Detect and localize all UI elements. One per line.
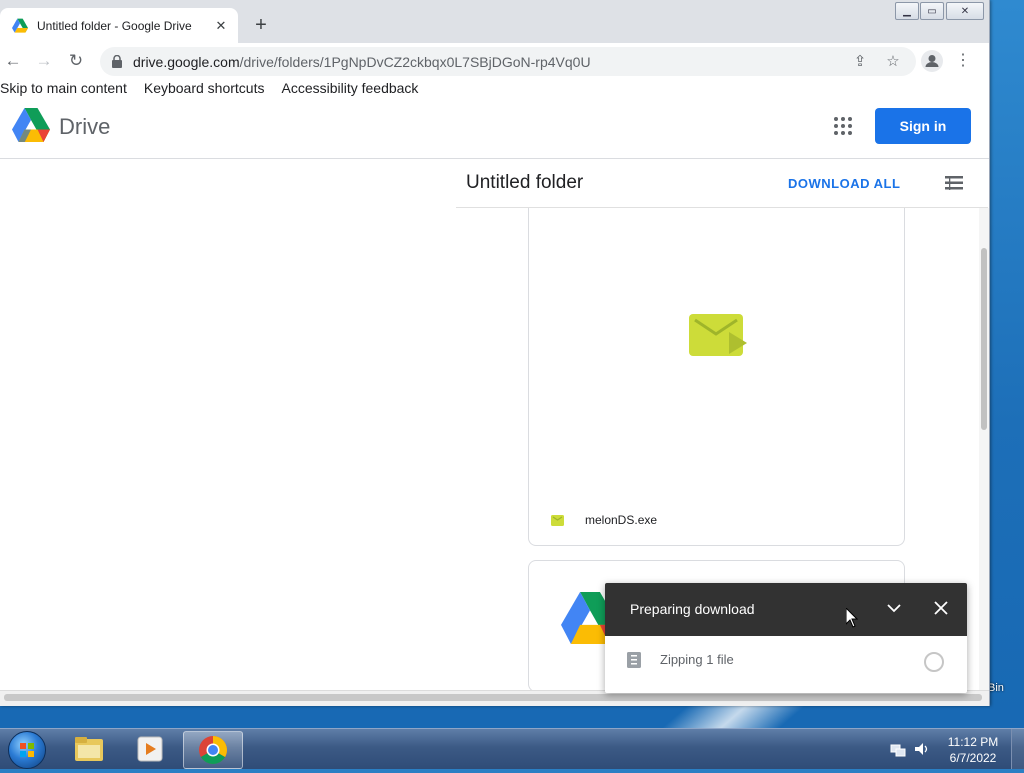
tab-close-icon[interactable]: ✕ — [213, 18, 229, 34]
browser-toolbar: ← → ↻ drive.google.com/drive/folders/1Pg… — [0, 43, 989, 81]
google-drive-favicon-icon — [12, 18, 28, 33]
zip-status-text: Zipping 1 file — [660, 652, 734, 667]
menu-dots-icon[interactable]: ⋮ — [955, 51, 971, 71]
executable-file-icon — [551, 515, 564, 526]
accessibility-feedback-link[interactable]: Accessibility feedback — [281, 80, 418, 98]
volume-icon[interactable] — [914, 741, 930, 757]
share-icon[interactable]: ⇪ — [851, 53, 869, 71]
download-all-button[interactable]: DOWNLOAD ALL — [788, 176, 900, 191]
url-host: drive.google.com — [133, 54, 240, 70]
skip-links: Skip to main content Keyboard shortcuts … — [0, 80, 435, 98]
keyboard-shortcuts-link[interactable]: Keyboard shortcuts — [144, 80, 265, 98]
taskbar-explorer-button[interactable] — [60, 731, 118, 767]
download-item-row: Zipping 1 file — [605, 636, 967, 686]
toast-title: Preparing download — [630, 601, 755, 617]
browser-tab[interactable]: Untitled folder - Google Drive ✕ — [0, 8, 238, 43]
sign-in-button[interactable]: Sign in — [875, 108, 971, 144]
bookmark-star-icon[interactable]: ☆ — [884, 53, 902, 71]
system-clock[interactable]: 11:12 PM 6/7/2022 — [945, 734, 1001, 766]
chrome-icon — [199, 736, 227, 764]
back-arrow-icon[interactable]: ← — [2, 50, 24, 72]
executable-file-thumbnail-icon — [689, 314, 747, 356]
forward-arrow-icon[interactable]: → — [33, 50, 55, 72]
folder-title: Untitled folder — [466, 172, 584, 193]
file-name[interactable]: melonDS.exe — [585, 513, 657, 527]
mouse-cursor-icon — [846, 608, 858, 628]
skip-to-main-link[interactable]: Skip to main content — [0, 80, 127, 98]
tab-strip: Untitled folder - Google Drive ✕ + ▁ ▭ ✕ — [0, 0, 989, 43]
new-tab-button[interactable]: + — [250, 14, 272, 36]
progress-spinner-icon — [924, 652, 944, 672]
start-button[interactable] — [8, 731, 46, 769]
tab-title: Untitled folder - Google Drive — [37, 18, 192, 33]
zip-file-icon — [627, 652, 641, 668]
clock-time: 11:12 PM — [947, 735, 999, 749]
address-bar[interactable]: drive.google.com/drive/folders/1PgNpDvCZ… — [100, 47, 916, 76]
vertical-scroll-thumb[interactable] — [981, 248, 987, 430]
profile-avatar-icon[interactable] — [921, 50, 943, 72]
windows-explorer-icon — [75, 737, 103, 761]
maximize-button[interactable]: ▭ — [920, 2, 944, 20]
url-text: drive.google.com/drive/folders/1PgNpDvCZ… — [133, 54, 591, 70]
google-drive-logo-icon[interactable] — [12, 108, 50, 142]
windows-logo-icon — [20, 743, 34, 757]
minimize-button[interactable]: ▁ — [895, 2, 919, 20]
window-close-button[interactable]: ✕ — [946, 2, 984, 20]
file-card[interactable]: melonDS.exe — [528, 208, 905, 546]
toast-header: Preparing download — [605, 583, 967, 636]
lock-icon — [112, 55, 122, 68]
clock-date: 6/7/2022 — [949, 751, 997, 765]
chevron-down-icon[interactable] — [885, 599, 903, 617]
network-icon[interactable] — [890, 741, 906, 757]
taskbar: 11:12 PM 6/7/2022 — [0, 728, 1024, 769]
horizontal-scroll-thumb[interactable] — [4, 694, 982, 701]
download-toast: Preparing download Zipping 1 file — [605, 583, 967, 693]
taskbar-chrome-button[interactable] — [183, 731, 243, 769]
show-desktop-button[interactable] — [1011, 729, 1024, 769]
url-path: /drive/folders/1PgNpDvCZ2ckbqx0L7SBjDGoN… — [239, 54, 591, 70]
list-view-icon[interactable] — [945, 176, 963, 190]
taskbar-media-player-button[interactable] — [121, 731, 179, 767]
reload-icon[interactable]: ↻ — [65, 50, 87, 72]
close-icon[interactable] — [932, 599, 950, 617]
vertical-scrollbar[interactable] — [979, 208, 989, 690]
google-apps-grid-icon[interactable] — [834, 117, 852, 135]
folder-header: Untitled folder DOWNLOAD ALL — [456, 159, 988, 208]
media-player-icon — [137, 736, 163, 762]
drive-brand-name[interactable]: Drive — [59, 114, 110, 140]
recycle-bin-label[interactable]: Bin — [988, 682, 1004, 694]
